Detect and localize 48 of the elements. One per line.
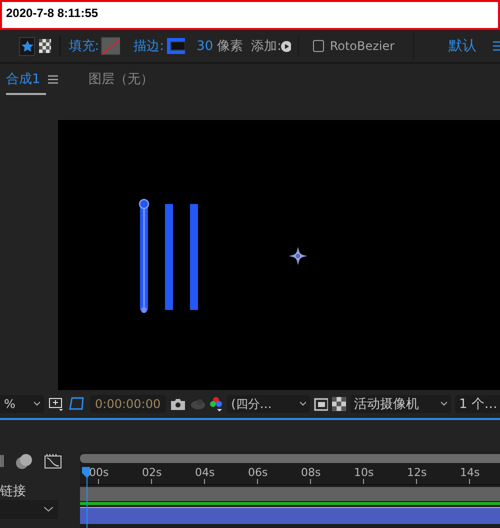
panel-edge-icon [0,454,4,468]
tick-label: 08s [301,465,322,479]
caret-icon [44,507,53,512]
color-channels-icon[interactable] [209,396,224,412]
tick-label: 02s [142,465,163,479]
link-column-header: 链接 [0,483,26,500]
checkerboard-icon[interactable] [332,397,346,411]
stroke-swatch[interactable] [166,37,185,55]
safe-area-icon[interactable] [314,398,328,410]
tick-label: 06s [248,465,269,479]
tick-label: 12s [407,465,428,479]
tick-label: 10s [354,465,375,479]
caret-icon [34,401,40,407]
region-icon[interactable] [48,396,64,412]
stroke-unit: 像素 [217,38,244,55]
panel-tab[interactable]: 图层（无） [88,64,160,95]
stroke-label[interactable]: 描边: [134,37,164,55]
anchor-point-icon[interactable] [289,247,307,265]
star-button[interactable] [19,36,36,56]
camera-dropdown[interactable]: 活动摄像机 [350,395,451,413]
snapshot-icon [190,398,206,410]
timestamp: 2020-7-8 8:11:55 [6,6,98,20]
zoom-dropdown[interactable]: % [0,395,44,413]
tick-label: 00s [89,465,110,479]
playhead[interactable] [82,467,90,528]
views-dropdown[interactable]: 1 个… [454,395,500,413]
stroke-width-value[interactable]: 30 [196,38,214,54]
menu-icon[interactable] [493,41,500,51]
timecode-field[interactable]: 0:00:00:00 [90,395,166,413]
mask-path-icon[interactable] [68,396,86,412]
rotobezier-checkbox[interactable] [313,40,324,52]
play-icon[interactable] [281,40,291,52]
graph-editor-icon[interactable] [44,453,62,469]
menu-icon[interactable] [48,75,58,84]
rotobezier-label: RotoBezier [330,39,395,53]
fill-swatch[interactable] [101,37,120,55]
layer-bar[interactable] [80,507,500,524]
camera-icon[interactable] [170,398,186,410]
tick-label: 04s [195,465,216,479]
caret-icon [300,401,306,407]
fill-label[interactable]: 填充: [68,37,100,55]
resolution-dropdown[interactable]: (四分… [227,395,310,413]
caret-icon [440,401,447,407]
checkerboard-icon[interactable] [39,39,52,53]
workspace-label[interactable]: 默认 [448,37,476,55]
add-label[interactable]: 添加: [251,37,282,55]
layers-icon[interactable] [14,452,34,470]
tick-label: 14s [460,465,481,479]
